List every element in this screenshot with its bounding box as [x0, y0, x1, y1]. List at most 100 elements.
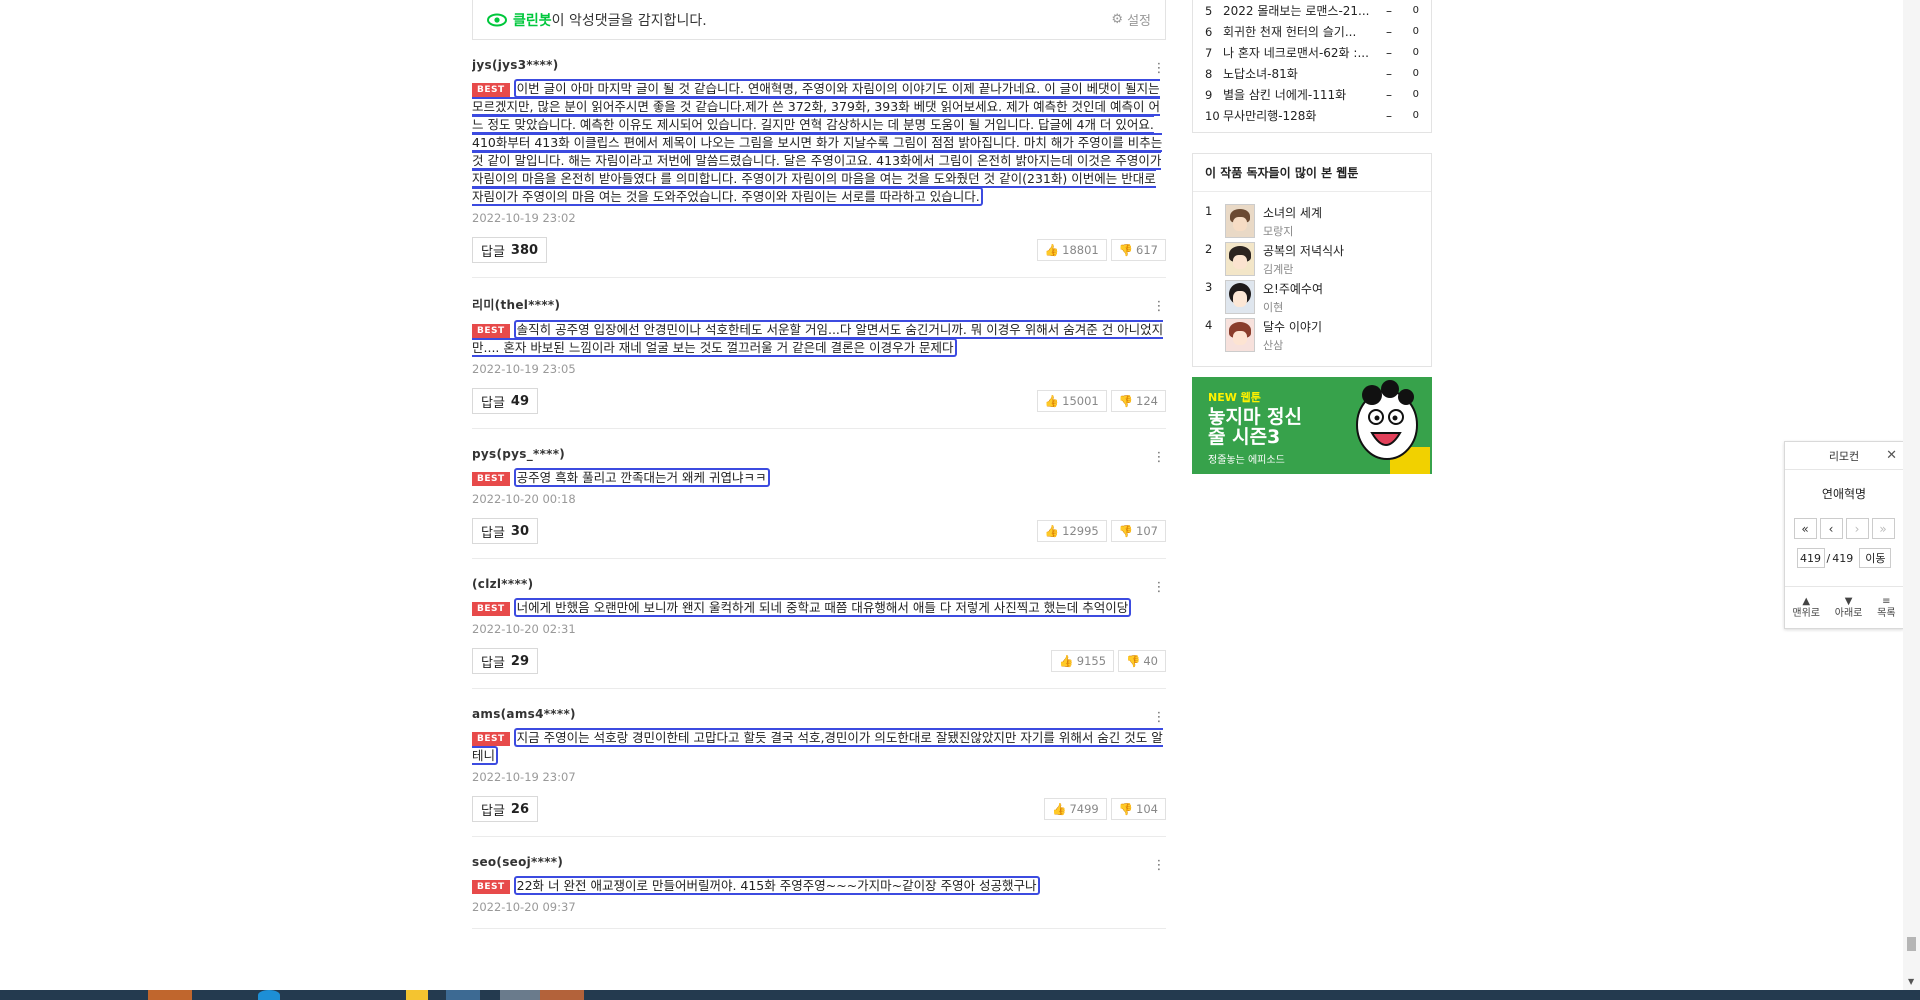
- popular-title: 달수 이야기: [1263, 319, 1323, 334]
- comment-text: 너에게 반했음 오랜만에 보니까 왠지 울컥하게 되네 중학교 때쯤 대유행해서…: [513, 598, 1132, 617]
- page-scrollbar[interactable]: ▼: [1903, 0, 1920, 990]
- scroll-bottom-button[interactable]: ▼ 아래로: [1835, 596, 1863, 620]
- comment-date: 2022-10-20 09:37: [472, 900, 576, 914]
- like-count: 9155: [1076, 654, 1107, 668]
- popular-item[interactable]: 2 공복의 저녁식사 김계란: [1205, 240, 1419, 278]
- reply-button[interactable]: 답글 49: [472, 388, 539, 414]
- prev-episode-icon[interactable]: ‹: [1819, 518, 1843, 539]
- banner-subtitle: 정줄놓는 에피소드: [1208, 455, 1285, 466]
- scroll-down-arrow-icon[interactable]: ▼: [1908, 977, 1914, 986]
- taskbar-app-icon[interactable]: [500, 990, 544, 1000]
- dislike-button[interactable]: 👎 617: [1110, 239, 1166, 261]
- like-count: 12995: [1062, 524, 1099, 538]
- ranking-item[interactable]: 8 노답소녀-81화 – 0: [1205, 63, 1419, 84]
- webtoon-thumbnail[interactable]: [1225, 280, 1255, 314]
- popular-rank: 4: [1205, 318, 1213, 332]
- promo-banner[interactable]: NEW 웹툰 놓지마 정신줄 시즌3 정줄놓는 에피소드: [1192, 377, 1432, 474]
- more-options-icon[interactable]: ⋮: [1152, 300, 1166, 314]
- comment-body: BEST 공주영 흑화 풀리고 깐족대는거 왜케 귀엽냐ㅋㅋ: [472, 468, 1166, 487]
- taskbar-app-icon[interactable]: [148, 990, 192, 1000]
- comment-username[interactable]: jys(jys3****): [472, 58, 1166, 72]
- popular-item[interactable]: 1 소녀의 세계 모랑지: [1205, 202, 1419, 240]
- next-episode-icon[interactable]: ›: [1845, 518, 1869, 539]
- os-taskbar: [0, 990, 1920, 1000]
- dislike-button[interactable]: 👎 107: [1110, 520, 1166, 542]
- webtoon-thumbnail[interactable]: [1225, 318, 1255, 352]
- scrollbar-thumb[interactable]: [1907, 937, 1916, 951]
- rank-change: –: [1386, 87, 1392, 102]
- more-options-icon[interactable]: ⋮: [1152, 62, 1166, 76]
- reply-label: 답글: [481, 803, 505, 819]
- rank-number: 8: [1205, 66, 1213, 81]
- cleanbot-brand[interactable]: 클린봇: [513, 10, 552, 30]
- ranking-item[interactable]: 6 회귀한 천재 헌터의 슬기... – 0: [1205, 21, 1419, 42]
- go-button[interactable]: 이동: [1859, 548, 1892, 568]
- like-button[interactable]: 👍 9155: [1051, 650, 1115, 672]
- popular-rank: 3: [1205, 280, 1213, 294]
- taskbar-app-icon[interactable]: [258, 990, 280, 1000]
- dislike-button[interactable]: 👎 40: [1118, 650, 1166, 672]
- like-button[interactable]: 👍 7499: [1044, 798, 1107, 820]
- taskbar-app-icon[interactable]: [406, 990, 428, 1000]
- like-button[interactable]: 👍 18801: [1036, 239, 1107, 261]
- caret-down-icon: ▼: [1844, 595, 1853, 607]
- comment-username[interactable]: pys(pys_****): [472, 447, 1166, 461]
- ranking-item[interactable]: 5 2022 몰래보는 로맨스-21... – 0: [1205, 0, 1419, 21]
- list-button[interactable]: ≡ 목록: [1877, 596, 1895, 620]
- scroll-bottom-label: 아래로: [1834, 607, 1863, 619]
- comment-body: BEST 솔직히 공주영 입장에선 안경민이나 석호한테도 서운할 거임...다 …: [472, 320, 1166, 357]
- rank-title: 회귀한 천재 헌터의 슬기...: [1223, 25, 1357, 39]
- close-icon[interactable]: ✕: [1886, 448, 1897, 463]
- thumbs-up-icon: 👍: [1052, 802, 1067, 816]
- total-episodes: 419: [1832, 551, 1854, 565]
- dislike-count: 40: [1143, 654, 1158, 668]
- popular-item[interactable]: 4 달수 이야기 산삼: [1205, 316, 1419, 354]
- popular-item[interactable]: 3 오!주예수여 이현: [1205, 278, 1419, 316]
- dislike-button[interactable]: 👎 124: [1110, 390, 1166, 412]
- comment-text: 공주영 흑화 풀리고 깐족대는거 왜케 귀엽냐ㅋㅋ: [513, 468, 770, 487]
- reply-count: 30: [510, 523, 530, 539]
- last-episode-icon[interactable]: »: [1871, 518, 1895, 539]
- comment-username[interactable]: (clzl****): [472, 577, 1166, 591]
- dislike-button[interactable]: 👎 104: [1110, 798, 1166, 820]
- cleanbot-setting-button[interactable]: ⚙ 설정: [1111, 10, 1151, 29]
- ranking-item[interactable]: 7 나 혼자 네크로맨서-62화 :... – 0: [1205, 42, 1419, 63]
- taskbar-app-icon[interactable]: [446, 990, 480, 1000]
- more-options-icon[interactable]: ⋮: [1152, 581, 1166, 595]
- comment-date: 2022-10-20 02:31: [472, 622, 576, 636]
- webtoon-thumbnail[interactable]: [1225, 242, 1255, 276]
- reply-label: 답글: [481, 395, 505, 411]
- dislike-count: 617: [1136, 243, 1158, 257]
- comment-item: 리미(thel****) ⋮ BEST 솔직히 공주영 입장에선 안경민이나 석호…: [472, 278, 1166, 429]
- like-button[interactable]: 👍 12995: [1036, 520, 1107, 542]
- ranking-item[interactable]: 10 무사만리행-128화 – 0: [1205, 105, 1419, 126]
- reply-button[interactable]: 답글 29: [472, 648, 539, 674]
- reply-button[interactable]: 답글 380: [472, 237, 548, 263]
- list-icon: ≡: [1882, 595, 1891, 607]
- ranking-item[interactable]: 9 별을 삼킨 너에게-111화 – 0: [1205, 84, 1419, 105]
- episode-input[interactable]: 419: [1796, 548, 1825, 568]
- comment-username[interactable]: seo(seoj****): [472, 855, 1166, 869]
- rank-title: 별을 삼킨 너에게-111화: [1223, 88, 1347, 102]
- thumbs-up-icon: 👍: [1044, 394, 1060, 408]
- cleanbot-text: 이 악성댓글을 감지합니다.: [551, 12, 707, 29]
- realtime-ranking: 5 2022 몰래보는 로맨스-21... – 0 6 회귀한 천재 헌터의 슬기...…: [1192, 0, 1432, 133]
- comment-text: 지금 주영이는 석호랑 경민이한테 고맙다고 할듯 결국 석호,경민이가 의도한…: [472, 728, 1163, 765]
- more-options-icon[interactable]: ⋮: [1152, 859, 1166, 873]
- scroll-top-button[interactable]: ▲ 맨위로: [1792, 596, 1820, 620]
- like-button[interactable]: 👍 15001: [1036, 390, 1107, 412]
- comment-username[interactable]: 리미(thel****): [472, 296, 1166, 313]
- remote-title: 연애혁명: [1821, 487, 1867, 501]
- comment-username[interactable]: ams(ams4****): [472, 707, 1166, 721]
- sidebar: 5 2022 몰래보는 로맨스-21... – 0 6 회귀한 천재 헌터의 슬기...…: [1192, 0, 1432, 474]
- taskbar-app-icon[interactable]: [540, 990, 584, 1000]
- more-options-icon[interactable]: ⋮: [1152, 711, 1166, 725]
- first-episode-icon[interactable]: «: [1793, 518, 1817, 539]
- webtoon-thumbnail[interactable]: [1225, 204, 1255, 238]
- reply-button[interactable]: 답글 30: [472, 518, 539, 544]
- more-options-icon[interactable]: ⋮: [1152, 451, 1166, 465]
- comment-date: 2022-10-19 23:07: [472, 770, 576, 784]
- reply-button[interactable]: 답글 26: [472, 796, 539, 822]
- dislike-count: 124: [1136, 394, 1158, 408]
- comment-item: jys(jys3****) ⋮ BEST 이번 글이 아마 마지막 글이 될 것 …: [472, 40, 1166, 278]
